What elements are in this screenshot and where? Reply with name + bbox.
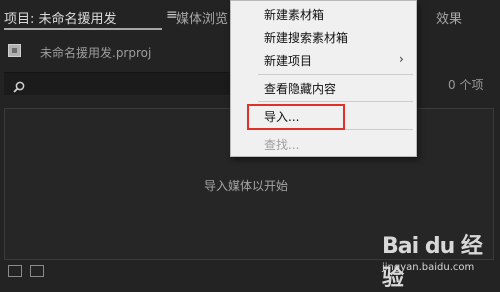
menu-separator — [258, 74, 413, 75]
menu-item-new-item[interactable]: 新建项目 — [264, 52, 312, 69]
menu-item-new-bin[interactable]: 新建素材箱 — [264, 6, 324, 23]
drop-area-hint: 导入媒体以开始 — [204, 179, 289, 193]
icon-view-icon[interactable] — [30, 265, 44, 277]
submenu-arrow-icon: › — [399, 52, 404, 66]
list-view-icon[interactable] — [8, 265, 22, 277]
search-icon — [13, 78, 25, 97]
tab-effects[interactable]: 效果 — [436, 8, 462, 27]
watermark-logo: Bai du 经验 — [382, 234, 483, 291]
project-file-icon — [8, 44, 21, 57]
tab-media-browser[interactable]: 媒体浏览 — [176, 8, 228, 27]
menu-item-find: 查找... — [264, 138, 300, 152]
item-count: 0 个项 — [448, 78, 484, 92]
active-tab-indicator — [4, 28, 162, 30]
menu-item-new-search-bin[interactable]: 新建搜索素材箱 — [264, 29, 348, 46]
project-file-name: 未命名援用发.prproj — [40, 46, 152, 60]
menu-separator — [258, 101, 413, 102]
menu-item-view-hidden[interactable]: 查看隐藏内容 — [264, 80, 336, 97]
tab-project[interactable]: 项目: 未命名援用发 — [4, 8, 117, 27]
import-highlight-box — [247, 104, 345, 130]
baidu-jingyan-watermark: Bai du 经验 jingyan.baidu.com — [382, 228, 498, 291]
context-menu: 新建素材箱 新建搜索素材箱 新建项目 › 查看隐藏内容 导入... 查找... — [230, 0, 417, 157]
watermark-url: jingyan.baidu.com — [382, 262, 475, 273]
